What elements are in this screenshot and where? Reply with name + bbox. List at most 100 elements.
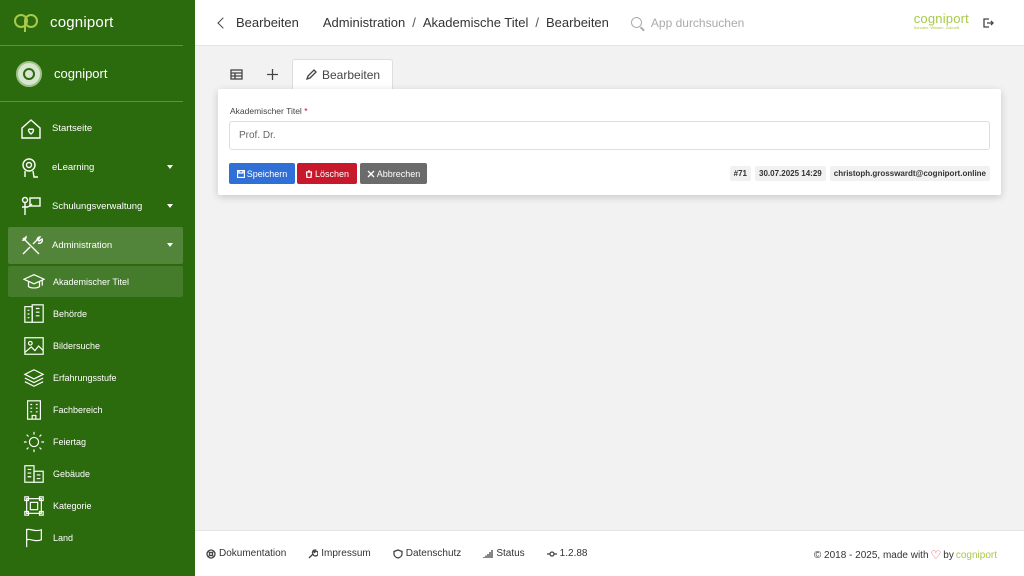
sidebar-subitem-feiertag[interactable]: Feiertag (8, 426, 183, 457)
layers-icon (22, 366, 46, 390)
table-icon (229, 68, 243, 80)
save-icon (236, 169, 245, 178)
trash-icon (305, 169, 313, 178)
sidebar-item-label: Feiertag (53, 436, 87, 447)
tab-list[interactable] (218, 59, 254, 89)
flag-icon (22, 526, 46, 550)
tab-bar: Bearbeiten (218, 58, 394, 89)
sidebar-item-label: Land (53, 532, 74, 543)
sidebar-item-label: Erfahrungsstufe (53, 372, 117, 383)
field-label: Akademischer Titel * (230, 106, 308, 116)
sidebar-subitem-gebaeude[interactable]: Gebäude (8, 458, 183, 489)
header-logo: cogniport Schulen. Wissen. Zukunft. (914, 12, 969, 31)
user-profile[interactable]: cogniport (0, 46, 183, 102)
sidebar-subitem-behoerde[interactable]: Behörde (8, 298, 183, 329)
record-meta: #71 30.07.2025 14:29 christoph.grossward… (729, 166, 990, 181)
shield-icon (393, 548, 403, 559)
footer-brand[interactable]: cogniport (956, 550, 997, 561)
elearning-icon (18, 155, 44, 181)
sidebar-brand[interactable]: cogniport (0, 0, 183, 46)
sidebar-subitem-bildersuche[interactable]: Bildersuche (8, 330, 183, 361)
user-name: cogniport (54, 66, 108, 81)
search-input[interactable]: App durchsuchen (630, 15, 745, 30)
sun-icon (22, 430, 46, 454)
home-icon (18, 116, 44, 142)
back-label: Bearbeiten (236, 15, 299, 30)
sidebar-subitem-akademischer-titel[interactable]: Akademischer Titel (8, 266, 183, 297)
graduation-cap-icon (22, 270, 46, 294)
copyright: © 2018 - 2025, made with ♡ by cogniport (813, 548, 997, 562)
image-icon (22, 334, 46, 358)
sidebar-item-label: Startseite (52, 123, 93, 134)
sidebar-item-label: eLearning (52, 162, 95, 173)
header: Bearbeiten Administration / Akademische … (195, 0, 1024, 46)
sidebar-item-label: Kategorie (53, 500, 92, 511)
close-icon (367, 170, 375, 177)
sidebar-nav: Startseite eLearning Schulungsverwaltung… (0, 102, 195, 553)
chevron-down-icon (167, 165, 173, 169)
sidebar-subitem-fachbereich[interactable]: Fachbereich (8, 394, 183, 425)
timestamp-badge: 30.07.2025 14:29 (755, 166, 826, 181)
sidebar-item-label: Administration (52, 240, 113, 251)
sidebar-item-label: Fachbereich (53, 404, 103, 415)
footer: Dokumentation Impressum Datenschutz Stat… (195, 530, 1024, 576)
sidebar-subitem-kategorie[interactable]: Kategorie (8, 490, 183, 521)
required-mark: * (304, 106, 308, 116)
logout-icon[interactable] (982, 17, 994, 29)
brand-name: cogniport (50, 14, 114, 31)
signal-icon (483, 549, 493, 558)
sidebar-subitem-land[interactable]: Land (8, 522, 183, 553)
sidebar-item-label: Schulungsverwaltung (52, 201, 143, 212)
sidebar-item-label: Akademischer Titel (53, 276, 130, 287)
category-icon (22, 494, 46, 518)
sidebar-item-schulungsverwaltung[interactable]: Schulungsverwaltung (8, 188, 183, 225)
chevron-down-icon (167, 243, 173, 247)
delete-button[interactable]: Löschen (297, 163, 357, 184)
academic-title-input[interactable] (229, 121, 990, 150)
back-button[interactable]: Bearbeiten (217, 15, 299, 30)
sidebar-item-label: Bildersuche (53, 340, 101, 351)
tab-add[interactable] (254, 59, 290, 89)
avatar (16, 60, 42, 87)
sidebar-item-label: Gebäude (53, 468, 91, 479)
chevron-down-icon (167, 204, 173, 208)
commit-icon (546, 550, 557, 557)
search-icon (630, 17, 642, 28)
record-id-badge: #71 (729, 166, 752, 181)
footer-link-status[interactable]: Status (483, 548, 525, 559)
breadcrumb-item[interactable]: Akademische Titel (423, 15, 529, 30)
pencil-icon (305, 69, 317, 81)
sidebar-subitem-erfahrungsstufe[interactable]: Erfahrungsstufe (8, 362, 183, 393)
authority-icon (22, 302, 46, 326)
lifebuoy-icon (206, 548, 216, 559)
footer-link-datenschutz[interactable]: Datenschutz (393, 548, 461, 559)
sidebar-item-startseite[interactable]: Startseite (8, 110, 183, 147)
breadcrumb-item: Bearbeiten (546, 15, 609, 30)
sidebar-item-administration[interactable]: Administration (8, 227, 183, 264)
sidebar-item-elearning[interactable]: eLearning (8, 149, 183, 186)
tools-icon (18, 233, 44, 259)
wrench-icon (308, 548, 319, 558)
training-icon (18, 194, 44, 220)
save-button[interactable]: Speichern (229, 163, 295, 184)
header-logo-text: cogniport (913, 11, 969, 26)
footer-link-version[interactable]: 1.2.88 (546, 548, 587, 559)
edit-form-card: Akademischer Titel * Speichern Löschen A… (218, 89, 1001, 195)
search-placeholder: App durchsuchen (650, 15, 745, 30)
building-icon (22, 398, 46, 422)
plus-icon (266, 68, 278, 80)
sidebar-item-label: Behörde (53, 308, 88, 319)
breadcrumb-item[interactable]: Administration (323, 15, 405, 30)
breadcrumb: Administration / Akademische Titel / Bea… (322, 15, 609, 30)
chevron-left-icon (217, 17, 229, 29)
tab-edit[interactable]: Bearbeiten (292, 59, 394, 89)
cancel-button[interactable]: Abbrechen (360, 163, 427, 184)
tab-edit-label: Bearbeiten (322, 67, 381, 82)
sidebar: cogniport cogniport Startseite eLearning… (0, 0, 195, 576)
footer-link-documentation[interactable]: Dokumentation (206, 548, 286, 559)
footer-link-impressum[interactable]: Impressum (308, 548, 371, 559)
heart-icon: ♡ (930, 548, 942, 562)
buildings-icon (22, 462, 46, 486)
cogniport-logo-icon (14, 13, 38, 32)
author-badge: christoph.grosswardt@cogniport.online (829, 166, 990, 181)
